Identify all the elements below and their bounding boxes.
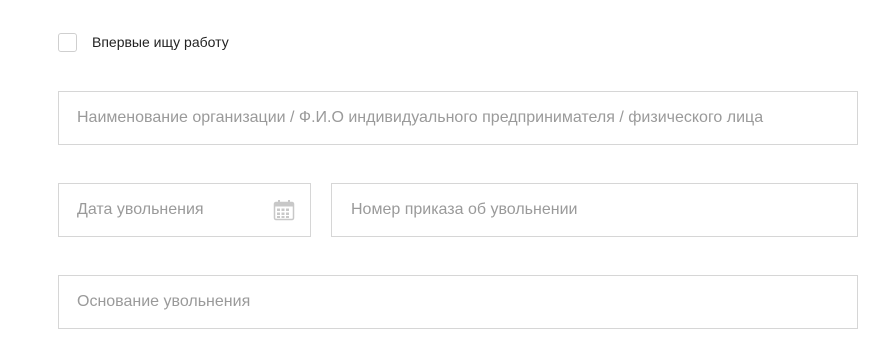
organization-input[interactable] bbox=[59, 92, 857, 144]
first-job-checkbox-label[interactable]: Впервые ищу работу bbox=[92, 32, 229, 53]
dismissal-order-number-input[interactable] bbox=[332, 184, 857, 236]
dismissal-order-number-field[interactable] bbox=[331, 183, 858, 237]
dismissal-date-field[interactable] bbox=[58, 183, 311, 237]
dismissal-reason-input[interactable] bbox=[59, 276, 857, 328]
organization-field[interactable] bbox=[58, 91, 858, 145]
first-job-checkbox-row[interactable]: Впервые ищу работу bbox=[58, 32, 229, 53]
dismissal-reason-field[interactable] bbox=[58, 275, 858, 329]
first-job-checkbox[interactable] bbox=[58, 33, 77, 52]
calendar-icon[interactable] bbox=[273, 199, 295, 221]
